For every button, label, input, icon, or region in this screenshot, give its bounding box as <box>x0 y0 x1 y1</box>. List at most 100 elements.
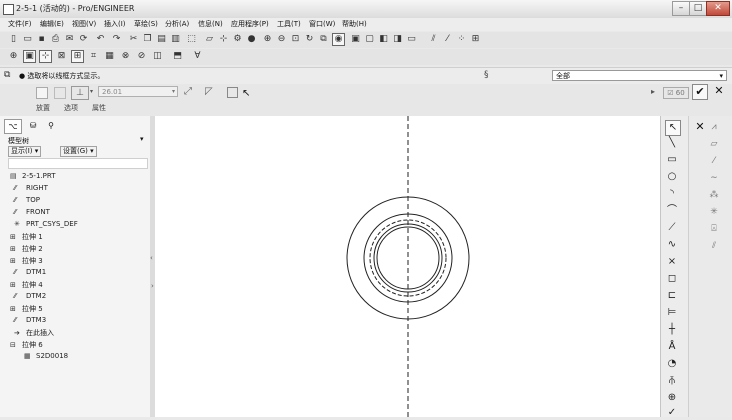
shading-icon[interactable]: ● <box>246 34 257 45</box>
sketch-tool-icon[interactable]: ⫽ <box>707 240 721 252</box>
tab-options[interactable]: 选项 <box>64 103 78 113</box>
datum-plane-display-icon[interactable]: ⫽ <box>428 34 439 45</box>
line-tool-icon[interactable]: ╲ <box>665 136 679 150</box>
done-checkmark-icon[interactable]: ✓ <box>665 406 679 420</box>
tree-item[interactable]: ⊞ 拉伸 3 <box>10 256 43 266</box>
save-icon[interactable]: ▪ <box>36 34 47 45</box>
depth-value-input[interactable]: 26.01 <box>98 86 178 97</box>
tree-item[interactable]: ▦ S2D0018 <box>24 352 68 360</box>
menu-help[interactable]: 帮助(H) <box>342 19 367 29</box>
apply-checkmark-icon[interactable]: ✔ <box>692 84 708 100</box>
tree-item[interactable]: ⁄⁄ FRONT <box>14 208 50 216</box>
select-box-icon[interactable]: ⬚ <box>186 34 197 45</box>
menu-sketch[interactable]: 草绘(S) <box>134 19 158 29</box>
display-vertices-icon[interactable]: ⌗ <box>88 51 99 62</box>
fillet-tool-icon[interactable]: ⌒ <box>665 204 679 218</box>
arc-tool-icon[interactable]: ◝ <box>665 187 679 201</box>
datum-point-display-icon[interactable]: ⁘ <box>456 34 467 45</box>
surface-icon[interactable] <box>54 87 66 99</box>
print-icon[interactable]: ⎙ <box>50 34 61 45</box>
curve-tool-icon[interactable]: ∼ <box>707 172 721 184</box>
select-arrow-icon[interactable]: ↖ <box>665 120 681 136</box>
layer-icon[interactable]: ▭ <box>406 34 417 45</box>
tree-item[interactable]: ⁄⁄ TOP <box>14 196 40 204</box>
display-dimensions-icon[interactable]: ⊹ <box>39 50 52 63</box>
chevron-right-icon[interactable]: › <box>151 282 154 290</box>
model-tree-tab-icon[interactable]: ⌥ <box>4 119 22 134</box>
cut-icon[interactable]: ✂ <box>128 34 139 45</box>
plane-datum-icon[interactable]: ⩘ <box>707 121 721 133</box>
display-constraints-icon[interactable]: ⊠ <box>56 51 67 62</box>
refit-icon[interactable]: ⊡ <box>290 34 301 45</box>
sketcher-palette-icon[interactable]: ⬒ <box>172 51 183 62</box>
offset-edge-icon[interactable]: ⊏ <box>665 289 679 303</box>
analysis-tool-icon[interactable]: ⍓ <box>707 223 721 235</box>
menu-window[interactable]: 窗口(W) <box>309 19 335 29</box>
menu-file[interactable]: 文件(F) <box>8 19 32 29</box>
minimize-button[interactable]: – <box>672 1 690 16</box>
csys-display-icon[interactable]: ⊞ <box>470 34 481 45</box>
csys-tool-icon[interactable]: ✳ <box>707 206 721 218</box>
paste-special-icon[interactable]: ▥ <box>170 34 181 45</box>
sketch-setup-icon[interactable]: ⊕ <box>8 51 19 62</box>
close-icon[interactable]: ✕ <box>693 121 707 133</box>
spline-tool-icon[interactable]: ∿ <box>665 238 679 252</box>
tree-item[interactable]: ▤ 2-5-1.PRT <box>10 172 56 180</box>
paste-icon[interactable]: ▤ <box>156 34 167 45</box>
chevron-down-icon[interactable]: ▾ <box>90 88 93 95</box>
view-manager-icon[interactable]: ⚙ <box>232 34 243 45</box>
cancel-x-icon[interactable]: ✕ <box>712 84 726 98</box>
shaded-icon[interactable]: ◧ <box>378 34 389 45</box>
zoom-in-icon[interactable]: ⊕ <box>262 34 273 45</box>
no-hidden-icon[interactable]: ▢ <box>364 34 375 45</box>
menu-edit[interactable]: 编辑(E) <box>40 19 64 29</box>
zoom-out-icon[interactable]: ⊖ <box>276 34 287 45</box>
circle-tool-icon[interactable]: ○ <box>665 170 679 184</box>
depth-type-icon[interactable]: ⊥ <box>71 86 89 100</box>
chamfer-tool-icon[interactable]: ⟋ <box>665 221 679 235</box>
orient-icon[interactable]: ⊹ <box>218 34 229 45</box>
text-tool-icon[interactable]: Å <box>665 340 679 354</box>
datum-point-tool-icon[interactable]: ⁂ <box>707 189 721 201</box>
favorites-tab-icon[interactable]: ⚲ <box>44 119 58 132</box>
redo-icon[interactable]: ↷ <box>111 34 122 45</box>
tree-item[interactable]: ✳ PRT_CSYS_DEF <box>14 220 78 228</box>
chevron-down-icon[interactable]: ▾ <box>140 135 144 143</box>
menu-view[interactable]: 视图(V) <box>72 19 96 29</box>
tree-item[interactable]: ⊞ 拉伸 4 <box>10 280 43 290</box>
tree-search-field[interactable] <box>8 158 148 169</box>
tree-item[interactable]: ⁄⁄ DTM3 <box>14 316 46 324</box>
tree-item[interactable]: ⁄⁄ RIGHT <box>14 184 48 192</box>
tree-item[interactable]: ⊞ 拉伸 1 <box>10 232 43 242</box>
enhanced-realism-icon[interactable]: ◨ <box>392 34 403 45</box>
wireframe-icon[interactable]: ◉ <box>332 33 345 46</box>
preview-check-icon[interactable]: ☑ 60 <box>663 87 689 99</box>
hidden-line-icon[interactable]: ▣ <box>350 34 361 45</box>
tree-item[interactable]: ➔ 在此插入 <box>14 328 54 338</box>
pause-icon[interactable]: ▸ <box>651 87 655 96</box>
display-grid-icon[interactable]: ⊞ <box>71 50 84 63</box>
tree-item[interactable]: ⁄⁄ DTM2 <box>14 292 46 300</box>
copy-icon[interactable]: ❐ <box>142 34 153 45</box>
regenerate-icon[interactable]: ⟳ <box>78 34 89 45</box>
tab-properties[interactable]: 属性 <box>92 103 106 113</box>
use-edge-icon[interactable]: ◻ <box>665 272 679 286</box>
constraint-tool-icon[interactable]: ┼ <box>665 323 679 337</box>
palette-tool-icon[interactable]: ◔ <box>665 357 679 371</box>
open-file-icon[interactable]: ▭ <box>22 34 33 45</box>
tree-item[interactable]: ⊟ 拉伸 6 <box>10 340 43 350</box>
undo-icon[interactable]: ↶ <box>95 34 106 45</box>
menu-insert[interactable]: 插入(I) <box>104 19 126 29</box>
trim-tool-icon[interactable]: ⫚ <box>665 374 679 388</box>
selection-filter-select[interactable]: 全部 ▾ <box>552 70 727 81</box>
send-mail-icon[interactable]: ✉ <box>64 34 75 45</box>
sketch-view-icon[interactable]: ▣ <box>23 50 36 63</box>
menu-tools[interactable]: 工具(T) <box>277 19 301 29</box>
datum-axis-display-icon[interactable]: ⁄ <box>442 34 453 45</box>
repaint-icon[interactable]: ▱ <box>204 34 215 45</box>
new-file-icon[interactable]: ▯ <box>8 34 19 45</box>
datum-axis-tool-icon[interactable]: ⁄ <box>707 155 721 167</box>
datum-plane-tool-icon[interactable]: ▱ <box>707 138 721 150</box>
settings-button[interactable]: 设置(G) ▾ <box>60 146 97 157</box>
rectangle-tool-icon[interactable]: ▭ <box>665 153 679 167</box>
